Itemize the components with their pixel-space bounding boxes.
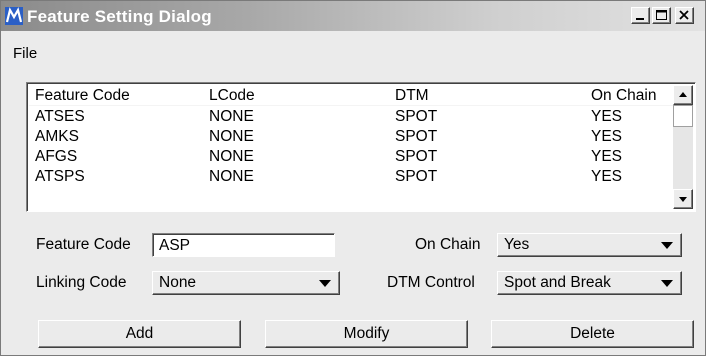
column-header-lcode[interactable]: LCode	[209, 87, 255, 105]
dtm-control-label: DTM Control	[387, 274, 475, 291]
cell-feature-code: AFGS	[35, 148, 78, 165]
cell-dtm: SPOT	[395, 168, 438, 185]
add-button[interactable]: Add	[38, 320, 241, 348]
cell-feature-code: ATSPS	[35, 168, 85, 185]
modify-button[interactable]: Modify	[265, 320, 468, 348]
minimize-button[interactable]	[631, 7, 650, 24]
chevron-down-icon	[661, 242, 673, 249]
feature-list[interactable]: Feature Code LCode DTM On Chain ATSES NO…	[26, 82, 696, 212]
feature-code-label: Feature Code	[36, 236, 131, 253]
scroll-up-button[interactable]	[673, 85, 693, 105]
list-header: Feature Code LCode DTM On Chain	[29, 85, 675, 105]
dtm-control-value: Spot and Break	[504, 274, 611, 291]
close-icon	[679, 10, 689, 20]
on-chain-dropdown[interactable]: Yes	[497, 233, 682, 257]
linking-code-label: Linking Code	[36, 274, 127, 291]
on-chain-label: On Chain	[415, 236, 481, 253]
scroll-thumb[interactable]	[673, 105, 693, 127]
menu-bar: File	[1, 42, 705, 64]
triangle-down-icon	[679, 197, 687, 202]
cell-dtm: SPOT	[395, 128, 438, 145]
linking-code-value: None	[159, 274, 197, 291]
cell-dtm: SPOT	[395, 148, 438, 165]
chevron-down-icon	[319, 280, 331, 287]
feature-setting-dialog: Feature Setting Dialog File Feature Code…	[0, 0, 706, 356]
cell-lcode: NONE	[209, 168, 254, 185]
chevron-down-icon	[661, 280, 673, 287]
cell-on-chain: YES	[591, 148, 623, 165]
cell-on-chain: YES	[591, 128, 623, 145]
feature-code-input[interactable]	[152, 233, 335, 257]
close-button[interactable]	[675, 7, 694, 24]
column-header-feature-code[interactable]: Feature Code	[35, 87, 130, 105]
table-row[interactable]: AFGS NONE SPOT YES	[29, 146, 675, 166]
dtm-control-dropdown[interactable]: Spot and Break	[497, 271, 682, 295]
menu-file[interactable]: File	[13, 45, 37, 62]
title-bar[interactable]: Feature Setting Dialog	[1, 1, 705, 31]
cell-lcode: NONE	[209, 148, 254, 165]
on-chain-value: Yes	[504, 236, 530, 253]
maximize-icon	[656, 10, 667, 20]
cell-on-chain: YES	[591, 108, 623, 125]
table-row[interactable]: AMKS NONE SPOT YES	[29, 126, 675, 146]
triangle-up-icon	[679, 92, 687, 97]
linking-code-dropdown[interactable]: None	[152, 271, 340, 295]
cell-feature-code: AMKS	[35, 128, 79, 145]
delete-button[interactable]: Delete	[491, 320, 694, 348]
cell-dtm: SPOT	[395, 108, 438, 125]
column-header-on-chain[interactable]: On Chain	[591, 87, 656, 105]
table-row[interactable]: ATSPS NONE SPOT YES	[29, 166, 675, 186]
cell-feature-code: ATSES	[35, 108, 85, 125]
vertical-scrollbar[interactable]	[673, 85, 693, 209]
minimize-icon	[636, 18, 644, 20]
maximize-button[interactable]	[652, 7, 671, 24]
table-row[interactable]: ATSES NONE SPOT YES	[29, 106, 675, 126]
window-title: Feature Setting Dialog	[27, 7, 212, 26]
scroll-down-button[interactable]	[673, 189, 693, 209]
microstation-m-icon	[5, 7, 23, 25]
cell-lcode: NONE	[209, 128, 254, 145]
column-header-dtm[interactable]: DTM	[395, 87, 429, 105]
cell-on-chain: YES	[591, 168, 623, 185]
cell-lcode: NONE	[209, 108, 254, 125]
